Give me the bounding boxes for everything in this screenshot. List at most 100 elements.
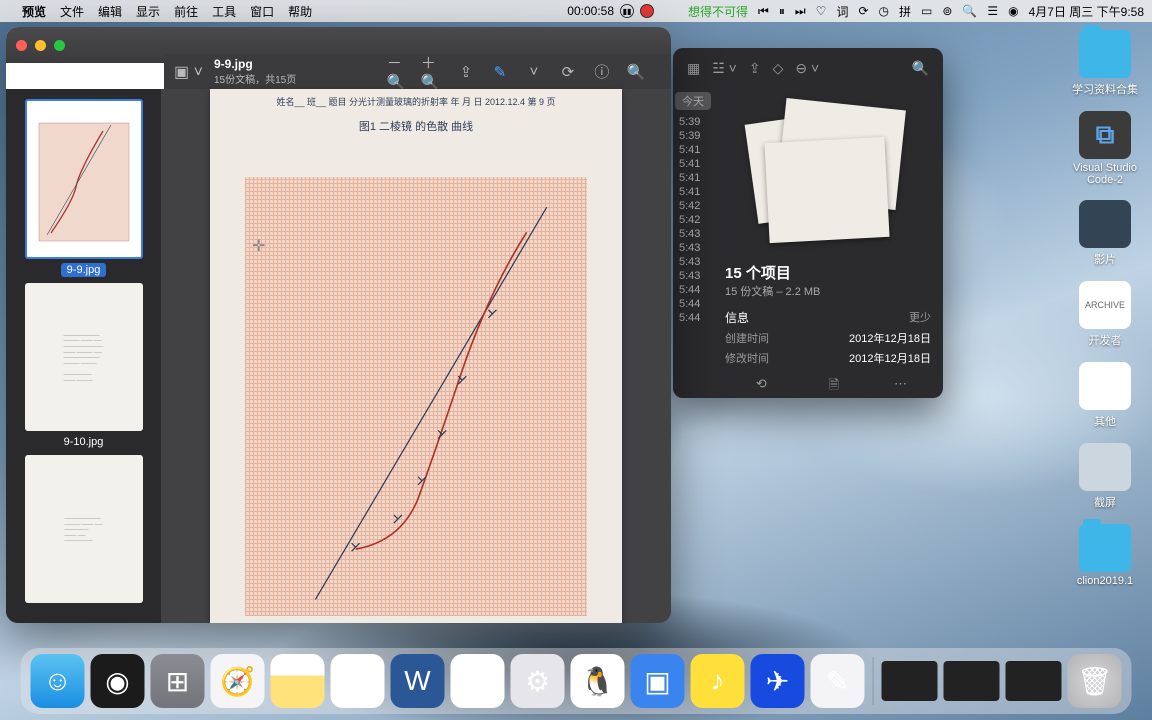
rotate-button[interactable]: ⟳ [557,61,579,83]
dock-word[interactable]: W [391,654,445,708]
action-create-pdf[interactable]: 🗎创建PDF [814,376,854,398]
menu-tools[interactable]: 工具 [212,3,236,20]
selection-crosshair-icon[interactable]: ✛ [252,236,265,256]
modified-label: 修改时间 [725,350,769,366]
dock-launchpad[interactable]: ⊞ [151,654,205,708]
lyric-text[interactable]: 想得不可得 [688,3,748,20]
control-center-icon[interactable]: ☰ [987,4,998,18]
dock-settings[interactable]: ⚙ [511,654,565,708]
finder-search-icon[interactable]: 🔍 [912,60,929,77]
menu-view[interactable]: 显示 [136,3,160,20]
dock-typora[interactable]: ✎ [811,654,865,708]
desktop-movies[interactable]: 影片 [1070,200,1140,267]
finder-view-icon[interactable]: ▦ [687,60,700,77]
sync-icon[interactable]: ⟳ [858,4,868,18]
prev-track-icon[interactable]: ⏮ [758,4,769,19]
zoom-out-button[interactable]: －🔍 [387,61,409,83]
search-button[interactable]: 🔍 [625,61,647,83]
window-zoom-button[interactable] [54,40,65,51]
more-icon: ⋯ [894,376,907,392]
menu-window[interactable]: 窗口 [250,3,274,20]
menubar: 预览 文件 编辑 显示 前往 工具 窗口 帮助 00:00:58 ▮▮ 想得不可… [0,0,1152,22]
record-stop-icon[interactable] [640,4,654,18]
thumbnail-2[interactable]: ――――――――――――― ――― ――――――――――――――― ―――― ―… [25,283,143,449]
window-close-button[interactable] [16,40,27,51]
spotlight-icon[interactable]: 🔍 [962,4,977,18]
desktop-screenshots[interactable]: 截屏 [1070,443,1140,510]
window-minimize-button[interactable] [35,40,46,51]
menu-file[interactable]: 文件 [60,3,84,20]
heart-icon[interactable]: ♡ [816,4,827,18]
thumbnail-3[interactable]: ――――――――――――― ――― ――――――――――― ――――――――― [25,455,143,603]
markup-menu[interactable]: ˅ [523,61,545,83]
finder-less-button[interactable]: 更少 [909,309,931,326]
action-rotate-left[interactable]: ⟲向左旋转 [741,376,781,398]
info-button[interactable]: ⓘ [591,61,613,83]
share-button[interactable]: ⇪ [455,61,477,83]
menu-edit[interactable]: 编辑 [98,3,122,20]
finder-time-list[interactable]: 今天 5:39 5:39 5:41 5:41 5:41 5:41 5:42 5:… [673,88,713,398]
finder-action-icon[interactable]: ⊖ ˅ [795,60,819,77]
thumbnail-label: 9-9.jpg [61,263,107,277]
finder-share-icon[interactable]: ⇪ [749,60,761,77]
finder-tag-icon[interactable]: ◇ [773,60,784,77]
desktop-icons: 学习资料合集 ⧉Visual Studio Code-2 影片 ARCHIVE开… [1070,30,1140,587]
desktop-developer[interactable]: ARCHIVE开发者 [1070,281,1140,348]
screen-record-timer[interactable]: 00:00:58 ▮▮ [567,4,654,18]
finder-info-window[interactable]: ▦ ☳ ˅ ⇪ ◇ ⊖ ˅ 🔍 今天 5:39 5:39 5:41 5:41 5… [673,48,943,398]
action-more[interactable]: ⋯更多... [886,376,914,398]
thumbnail-1[interactable]: 9-9.jpg [25,99,143,277]
dock[interactable]: ☺ ◉ ⊞ 🧭 ✿ W ☁ ⚙ 🐧 ▣ ♪ ✈ ✎ 🗑 [21,648,1132,714]
pause-icon[interactable]: ⏸ [779,4,785,19]
datetime[interactable]: 4月7日 周三 下午9:58 [1029,3,1144,20]
modified-value: 2012年12月18日 [849,350,931,366]
dock-safari[interactable]: 🧭 [211,654,265,708]
dock-siri[interactable]: ◉ [91,654,145,708]
sidebar-toggle[interactable]: ▣ ˅ [174,62,203,82]
app-menu[interactable]: 预览 [22,3,46,20]
desktop-folder-study[interactable]: 学习资料合集 [1070,30,1140,97]
doc-header-line2: 图1 二棱镜 的色散 曲线 [230,118,602,134]
dock-feishu[interactable]: ✈ [751,654,805,708]
desktop-vscode[interactable]: ⧉Visual Studio Code-2 [1070,111,1140,186]
zoom-in-button[interactable]: ＋🔍 [421,61,443,83]
finder-item-size: 15 份文稿 – 2.2 MB [725,283,931,299]
next-track-icon[interactable]: ⏭ [795,4,806,19]
dock-trash[interactable]: 🗑 [1068,654,1122,708]
menu-go[interactable]: 前往 [174,3,198,20]
clock-icon[interactable]: ◷ [879,4,889,18]
wifi-icon[interactable]: ⊚ [942,4,952,18]
record-pause-icon[interactable]: ▮▮ [620,4,634,18]
desktop-folder-clion[interactable]: clion2019.1 [1070,524,1140,587]
siri-icon[interactable]: ◉ [1008,4,1018,18]
dock-baidupan[interactable]: ☁ [451,654,505,708]
dock-photos[interactable]: ✿ [331,654,385,708]
dock-zoom[interactable]: ▣ [631,654,685,708]
finder-group-icon[interactable]: ☳ ˅ [712,60,737,77]
dock-qqmusic[interactable]: ♪ [691,654,745,708]
timer-text: 00:00:58 [567,4,614,18]
document-subtitle: 15份文稿，共15页 [214,71,296,86]
created-label: 创建时间 [725,330,769,346]
dock-finder[interactable]: ☺ [31,654,85,708]
dock-minimized-1[interactable] [882,661,938,701]
thumbnail-sidebar[interactable]: 9-9.jpg ――――――――――――― ――― ――――――――――――――… [6,89,161,623]
finder-preview-stack [743,94,913,254]
preview-window[interactable]: ▣ ˅ －🔍 ＋🔍 ⇪ ✎ ˅ ⟳ ⓘ 🔍 9-9.jpg 15份文稿，共15页 [6,27,671,623]
battery-icon[interactable]: ▭ [921,4,932,18]
dock-minimized-2[interactable] [944,661,1000,701]
lyric-icon[interactable]: 词 [836,3,848,20]
thumbnail-image: ――――――――――――― ――― ――――――――――――――― ―――― ―… [25,283,143,431]
dock-minimized-3[interactable] [1006,661,1062,701]
dock-notes[interactable] [271,654,325,708]
finder-tab-today[interactable]: 今天 [675,92,711,110]
input-method-icon[interactable]: 拼 [899,3,911,20]
preview-canvas[interactable]: 姓名__ 班__ 题目 分光计测量玻璃的折射率 年 月 日 2012.12.4 … [161,89,671,623]
markup-button[interactable]: ✎ [489,61,511,83]
menu-help[interactable]: 帮助 [288,3,312,20]
finder-toolbar: ▦ ☳ ˅ ⇪ ◇ ⊖ ˅ 🔍 [673,48,943,88]
dock-separator [873,657,874,705]
finder-info-label: 信息 [725,309,749,326]
dock-qq[interactable]: 🐧 [571,654,625,708]
desktop-other[interactable]: 其他 [1070,362,1140,429]
